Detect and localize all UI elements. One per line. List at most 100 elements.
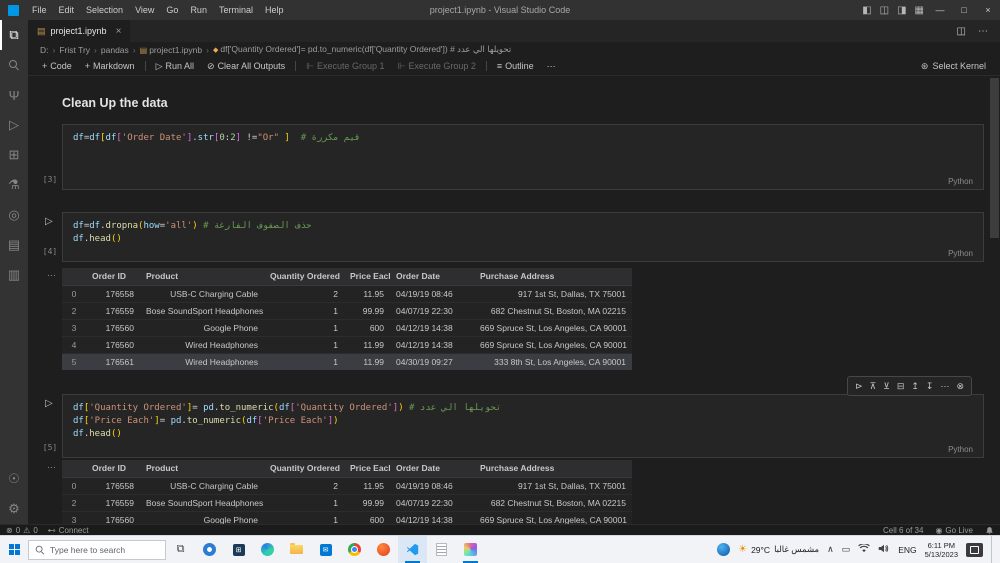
notebook-icon[interactable]: ▤	[0, 230, 28, 260]
cortana-button[interactable]	[195, 536, 224, 563]
toggle-panel-icon[interactable]: ◫	[876, 5, 893, 16]
execute-group-2-button[interactable]: ⊩ Execute Group 2	[391, 61, 481, 72]
table-row[interactable]: 0 176558 USB-C Charging Cable 2 11.95 04/19/1…	[62, 476, 632, 494]
menu-terminal[interactable]: Terminal	[213, 0, 259, 20]
maximize-button[interactable]: □	[952, 0, 976, 20]
breadcrumb-drive[interactable]: D:	[40, 45, 49, 55]
task-view-button[interactable]: ⧉	[166, 536, 195, 563]
output-more-actions-icon[interactable]: ⋯	[42, 270, 62, 281]
split-cell-icon[interactable]: ⊟	[895, 381, 907, 392]
settings-gear-icon[interactable]: ⚙	[0, 494, 28, 524]
photos-button[interactable]	[456, 536, 485, 563]
account-icon[interactable]: ☉	[0, 464, 28, 494]
language-indicator[interactable]: ENG	[898, 545, 916, 555]
cell-code[interactable]: df=df.dropna(how='all') # حذف الصفوف الف…	[63, 213, 983, 246]
cell-position-indicator[interactable]: Cell 6 of 34	[883, 526, 923, 535]
edge-button[interactable]	[253, 536, 282, 563]
breadcrumb-folder-frist-try[interactable]: Frist Try	[59, 45, 90, 55]
table-row[interactable]: 4 176560 Wired Headphones 1 11.99 04/12/19 14…	[62, 335, 632, 353]
tray-app-icon[interactable]	[717, 543, 731, 556]
menu-file[interactable]: File	[26, 0, 53, 20]
menu-view[interactable]: View	[129, 0, 160, 20]
explorer-icon[interactable]: ⧉	[0, 20, 28, 50]
table-row[interactable]: 3 176560 Google Phone 1 600 04/12/19 14:38 669…	[62, 510, 632, 524]
menu-help[interactable]: Help	[259, 0, 290, 20]
breadcrumb-folder-pandas[interactable]: pandas	[101, 45, 129, 55]
notifications-bell-icon[interactable]	[985, 526, 994, 535]
cell-language-picker[interactable]: Python	[948, 177, 973, 186]
scrollbar-thumb[interactable]	[990, 78, 999, 238]
delete-cell-icon[interactable]: ⊗	[954, 381, 966, 392]
cell-language-picker[interactable]: Python	[948, 249, 973, 258]
weather-widget[interactable]: ☀ 29°C مشمس غالبا	[738, 544, 819, 555]
touch-keyboard-icon[interactable]: ▭	[842, 544, 851, 555]
menu-edit[interactable]: Edit	[53, 0, 81, 20]
insert-cell-above-icon[interactable]: ↥	[909, 381, 921, 392]
breadcrumb-symbol[interactable]: ◆ df['Quantity Ordered']= pd.to_numeric(d…	[213, 44, 511, 55]
menu-go[interactable]: Go	[160, 0, 184, 20]
show-desktop-button[interactable]	[991, 536, 996, 563]
table-row[interactable]: 2 176559 Bose SoundSport Headphones 1 99.99 0…	[62, 301, 632, 319]
taskbar-search-input[interactable]: Type here to search	[28, 539, 166, 560]
cell-code[interactable]: df=df[df['Order Date'].str[0:2] !="Or" ]…	[63, 125, 983, 145]
minimize-button[interactable]: —	[928, 0, 952, 20]
tab-close-icon[interactable]: ×	[112, 26, 122, 37]
code-cell-3[interactable]: [3] df=df[df['Order Date'].str[0:2] !="O…	[40, 124, 984, 190]
add-code-cell-button[interactable]: + Code	[36, 61, 78, 71]
jupyter-icon[interactable]: ◎	[0, 200, 28, 230]
run-cell-icon[interactable]: ▷	[45, 398, 53, 409]
execute-cell-and-below-icon[interactable]: ⊻	[881, 381, 892, 392]
customize-layout-icon[interactable]: ▦	[911, 5, 928, 16]
table-row[interactable]: 2 176559 Bose SoundSport Headphones 1 99.99 0…	[62, 493, 632, 511]
close-button[interactable]: ×	[976, 0, 1000, 20]
extensions-icon[interactable]: ⊞	[0, 140, 28, 170]
execute-above-cells-icon[interactable]: ⊼	[868, 381, 879, 392]
select-kernel-button[interactable]: ⊛ Select Kernel	[921, 61, 1000, 72]
menu-selection[interactable]: Selection	[80, 0, 129, 20]
table-row[interactable]: 0 176558 USB-C Charging Cable 2 11.95 04/19/1…	[62, 284, 632, 302]
clear-all-outputs-button[interactable]: ⊘ Clear All Outputs	[201, 61, 291, 72]
menu-run[interactable]: Run	[184, 0, 213, 20]
split-editor-icon[interactable]: ◫	[957, 26, 966, 37]
run-by-line-icon[interactable]: ⊳	[853, 381, 865, 392]
notepad-button[interactable]	[427, 536, 456, 563]
volume-icon[interactable]	[878, 544, 890, 555]
output-more-actions-icon[interactable]: ⋯	[42, 462, 62, 473]
markdown-heading[interactable]: Clean Up the data	[62, 96, 168, 110]
run-debug-icon[interactable]: ▷	[0, 110, 28, 140]
table-row[interactable]: 5 176561 Wired Headphones 1 11.99 04/30/19 09…	[62, 352, 632, 370]
cell-language-picker[interactable]: Python	[948, 445, 973, 454]
tab-project1-ipynb[interactable]: ▤ project1.ipynb ×	[28, 20, 131, 42]
brave-button[interactable]	[369, 536, 398, 563]
code-cell-5[interactable]: ▷ [5] df['Quantity Ordered']= pd.to_nume…	[40, 394, 984, 458]
run-all-button[interactable]: ▷ Run All	[150, 61, 200, 72]
toggle-sidebar-icon[interactable]: ◧	[858, 5, 875, 16]
code-cell-4[interactable]: ▷ [4] df=df.dropna(how='all') # حذف الصف…	[40, 212, 984, 262]
start-button[interactable]	[0, 536, 28, 563]
cell-code[interactable]: df['Quantity Ordered']= pd.to_numeric(df…	[63, 395, 983, 441]
connect-status-item[interactable]: ⊷ Connect	[48, 526, 89, 535]
add-markdown-cell-button[interactable]: + Markdown	[79, 61, 141, 71]
problems-indicator[interactable]: ⊗ 0 ⚠ 0	[6, 526, 38, 535]
taskbar-clock[interactable]: 6:11 PM 5/13/2023	[925, 541, 958, 559]
vscode-taskbar-button[interactable]	[398, 536, 427, 563]
chrome-button[interactable]	[340, 536, 369, 563]
wifi-icon[interactable]	[858, 543, 871, 555]
search-icon[interactable]	[0, 50, 28, 80]
editor-more-actions-icon[interactable]: ⋯	[978, 26, 988, 37]
file-explorer-button[interactable]	[282, 536, 311, 563]
store-button[interactable]: ⊞	[224, 536, 253, 563]
outline-button[interactable]: ≡ Outline	[491, 61, 540, 71]
mail-button[interactable]: ✉	[311, 536, 340, 563]
testing-icon[interactable]: ⚗	[0, 170, 28, 200]
insert-cell-below-icon[interactable]: ↧	[924, 381, 936, 392]
action-center-icon[interactable]	[966, 542, 983, 557]
toolbar-more-actions-button[interactable]: ⋯	[541, 61, 562, 72]
hidden-icons-chevron[interactable]: ∧	[827, 544, 834, 555]
go-live-button[interactable]: ◉ Go Live	[935, 526, 973, 535]
table-row[interactable]: 3 176560 Google Phone 1 600 04/12/19 14:38 669…	[62, 318, 632, 336]
source-control-icon[interactable]: Ψ	[0, 80, 28, 110]
book-icon[interactable]: ▥	[0, 260, 28, 290]
cell-more-actions-icon[interactable]: ⋯	[938, 381, 951, 392]
toggle-secondary-sidebar-icon[interactable]: ◨	[893, 5, 910, 16]
